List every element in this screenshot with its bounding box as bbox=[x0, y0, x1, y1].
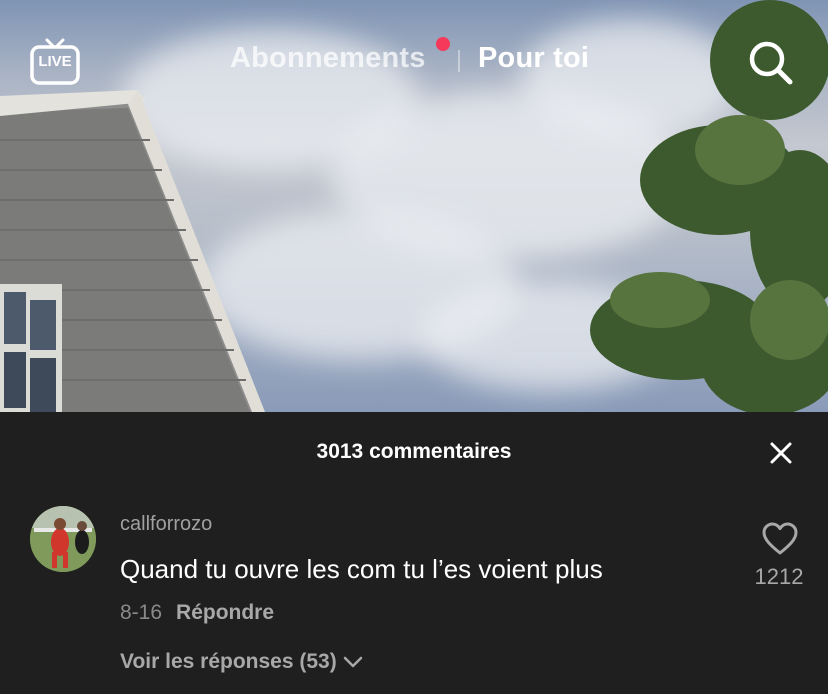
live-label: LIVE bbox=[38, 53, 72, 70]
tab-for-you[interactable]: Pour toi bbox=[478, 42, 589, 75]
like-count: 1212 bbox=[754, 564, 804, 589]
close-icon[interactable] bbox=[766, 438, 796, 468]
comments-count-title: 3013 commentaires bbox=[316, 440, 512, 463]
comment-username[interactable]: callforrozo bbox=[120, 513, 212, 536]
comment-text: Quand tu ouvre les com tu l’es voient pl… bbox=[120, 554, 603, 584]
heart-icon[interactable] bbox=[762, 522, 798, 556]
notification-dot bbox=[436, 37, 450, 51]
comments-sheet: 3013 commentaires callforrozo Quand tu o… bbox=[0, 412, 828, 694]
search-icon[interactable] bbox=[748, 40, 794, 86]
tab-following[interactable]: Abonnements bbox=[230, 42, 426, 75]
tab-divider bbox=[458, 50, 460, 72]
chevron-down-icon bbox=[343, 656, 362, 668]
comment-date: 8-16 bbox=[120, 601, 163, 624]
comment-meta: 8-16 Répondre bbox=[120, 601, 274, 625]
view-replies-label: Voir les réponses (53) bbox=[120, 650, 337, 673]
top-navigation: LIVE Abonnements Pour toi bbox=[0, 0, 828, 120]
reply-button[interactable]: Répondre bbox=[176, 601, 274, 624]
view-replies-button[interactable]: Voir les réponses (53) bbox=[120, 650, 363, 674]
avatar[interactable] bbox=[30, 506, 96, 572]
